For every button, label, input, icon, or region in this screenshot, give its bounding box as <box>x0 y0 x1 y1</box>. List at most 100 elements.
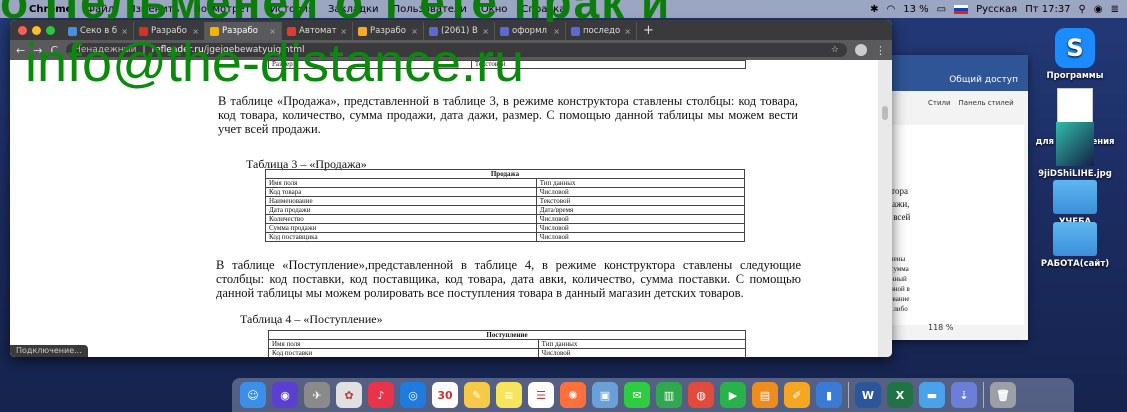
dock-separator <box>983 382 984 408</box>
dock-messages-icon[interactable]: ✉ <box>624 382 650 408</box>
word-line: тавленной в <box>874 285 910 293</box>
receipt-table: Поступление Имя поля Тип данных Код пост… <box>268 330 747 357</box>
desktop-icon-programs[interactable]: S Программы <box>1025 28 1125 81</box>
folder-icon <box>1053 222 1097 256</box>
dock-launchpad-icon[interactable]: ✈ <box>304 382 330 408</box>
dock-preview-icon[interactable]: ▣ <box>592 382 618 408</box>
table-cell: Код поставки <box>268 348 539 357</box>
dock: ☺ ◉ ✈ ✿ ♪ ◎ 30 ✎ ≡ ☰ ✺ ▣ ✉ ▥ ◍ ▶ ▤ ✐ ▮ W X ▬ ⇣ 🗑 <box>232 378 1074 412</box>
word-line: ство, сумма <box>874 265 909 273</box>
word-window[interactable]: Общий доступ Стили Панель стилей труктор… <box>868 55 1028 340</box>
shazam-icon: S <box>1055 28 1095 68</box>
table-cell: Числовой <box>535 223 746 233</box>
table-row: Код товара Числовой <box>265 187 746 197</box>
desktop-icon-work[interactable]: РАБОТА(сайт) <box>1025 222 1125 269</box>
dock-reminders-icon[interactable]: ☰ <box>528 382 554 408</box>
folder-icon <box>1053 180 1097 214</box>
document-page: Размер Текстовой В таблице «Продажа», пр… <box>10 60 878 357</box>
desktop-icon-photo[interactable]: 9jiDShiLIHE.jpg <box>1025 122 1125 179</box>
menu-kebab-icon[interactable]: ⋮ <box>875 44 886 57</box>
close-tab-icon[interactable]: × <box>553 27 560 36</box>
dock-word-icon[interactable]: W <box>855 382 881 408</box>
table-cell: Числовой <box>537 348 747 357</box>
word-toolbar: Стили Панель стилей <box>868 91 1028 115</box>
dock-safari-icon[interactable]: ◎ <box>400 382 426 408</box>
desktop-icon-label: РАБОТА(сайт) <box>1040 259 1110 269</box>
watermark-text: info@the-distance.ru <box>25 33 525 93</box>
table-row: Количество Числовой <box>265 214 746 224</box>
share-button[interactable]: Общий доступ <box>949 75 1018 85</box>
paragraph: В таблице «Поступление»,представленной в… <box>216 258 801 300</box>
profile-avatar[interactable] <box>855 44 867 56</box>
table-cell: Числовой <box>535 187 746 197</box>
dock-photos-icon[interactable]: ✿ <box>336 382 362 408</box>
table-cell: Наименование <box>265 196 537 206</box>
dock-music-icon[interactable]: ♪ <box>368 382 394 408</box>
dock-downloads-icon[interactable]: ⇣ <box>951 382 977 408</box>
table-row: Код поставки Числовой <box>268 348 747 357</box>
dock-numbers-icon[interactable]: ▥ <box>656 382 682 408</box>
table-title: Продажа <box>265 169 745 179</box>
styles-pane-button[interactable]: Панель стилей <box>959 99 1014 107</box>
table-cell: Количество <box>265 214 537 224</box>
desktop-icon-label: 9jiDShiLIHE.jpg <box>1038 169 1112 179</box>
table-row: Сумма продажи Числовой <box>265 223 746 233</box>
table-cell: Сумма продажи <box>265 223 537 233</box>
bookmark-star-icon[interactable]: ☆ <box>831 45 839 55</box>
browser-tab[interactable]: последо × <box>566 22 637 40</box>
back-icon[interactable]: ← <box>16 44 25 57</box>
new-tab-button[interactable]: + <box>637 23 660 38</box>
paragraph: В таблице «Продажа», представленной в та… <box>218 94 798 136</box>
dock-notes-icon[interactable]: ≡ <box>496 382 522 408</box>
table-caption: Таблица 4 – «Поступление» <box>240 312 383 326</box>
dock-photo-booth-icon[interactable]: ✺ <box>560 382 586 408</box>
table-row: Дата продажи Дата/время <box>265 205 746 215</box>
word-ribbon: Общий доступ Стили Панель стилей <box>868 55 1028 115</box>
styles-button[interactable]: Стили <box>928 99 951 107</box>
table-cell: Числовой <box>535 232 746 242</box>
dock-calendar-icon[interactable]: 30 <box>432 382 458 408</box>
table-header: Имя поля <box>268 339 539 349</box>
table-row: Код поставщика Числовой <box>265 232 746 242</box>
table-cell: Числовой <box>535 214 746 224</box>
dock-books-icon[interactable]: ▤ <box>752 382 778 408</box>
tab-favicon-icon <box>571 26 580 36</box>
desktop-icon-study[interactable]: УЧЕБА <box>1025 180 1125 227</box>
table-cell: Код поставщика <box>265 232 537 242</box>
dock-notes-alt-icon[interactable]: ✎ <box>464 382 490 408</box>
table-header: Тип данных <box>535 178 746 188</box>
scrollbar-thumb[interactable] <box>882 106 888 120</box>
dock-finder-icon[interactable]: ☺ <box>240 382 266 408</box>
dock-folder-icon[interactable]: ▬ <box>919 382 945 408</box>
word-line: в в данный <box>874 275 907 283</box>
word-line: именование <box>874 294 1024 304</box>
page-viewport[interactable]: Размер Текстовой В таблице «Продажа», пр… <box>10 60 892 357</box>
dock-keynote-icon[interactable]: ▮ <box>816 382 842 408</box>
desktop-icon-label: Программы <box>1046 71 1104 81</box>
status-bar: Подключение... <box>10 345 88 357</box>
dock-excel-icon[interactable]: X <box>887 382 913 408</box>
watermark-banner: о Пельменей о т ёте прак и <box>0 0 1127 22</box>
close-tab-icon[interactable]: × <box>624 27 631 36</box>
table-row: Наименование Текстовой <box>265 196 746 206</box>
table-header: Имя поля <box>265 178 537 188</box>
sales-table: Продажа Имя поля Тип данных Код товара Чи… <box>265 169 746 242</box>
table-title: Поступление <box>268 330 746 340</box>
table-cell: Дата продажи <box>265 205 537 215</box>
tab-label: последо <box>583 26 621 36</box>
word-line: труктора <box>874 185 1024 198</box>
dock-facetime-icon[interactable]: ▶ <box>720 382 746 408</box>
table-header: Тип данных <box>537 339 747 349</box>
word-line: дставлены <box>874 254 1024 264</box>
dock-separator <box>848 382 849 408</box>
dock-pages-icon[interactable]: ✐ <box>784 382 810 408</box>
word-line: продажи, <box>874 198 1024 211</box>
zoom-level[interactable]: 118 % <box>928 323 953 332</box>
dock-trash-icon[interactable]: 🗑 <box>990 382 1016 408</box>
word-line: овать, либо <box>874 305 908 313</box>
table-cell: Дата/время <box>535 205 746 215</box>
image-thumbnail-icon <box>1056 122 1094 166</box>
word-line: учет всей <box>874 212 911 222</box>
dock-chrome-icon[interactable]: ◍ <box>688 382 714 408</box>
dock-siri-icon[interactable]: ◉ <box>272 382 298 408</box>
